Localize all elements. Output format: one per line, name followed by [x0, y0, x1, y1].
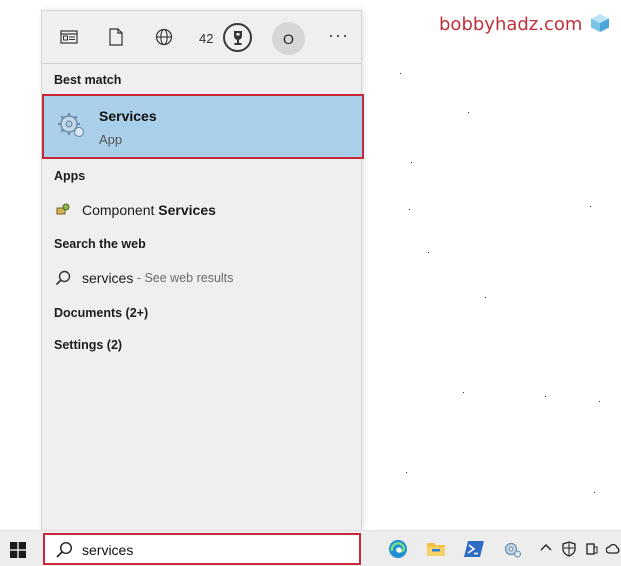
file-explorer-icon[interactable]: [426, 539, 446, 559]
web-icon[interactable]: [152, 25, 176, 49]
best-match-result[interactable]: Services App: [42, 94, 364, 159]
apps-icon[interactable]: [57, 25, 81, 49]
component-services-icon: [54, 201, 72, 219]
more-options-icon[interactable]: ···: [328, 25, 349, 46]
list-item-component-services[interactable]: Component Services: [54, 201, 216, 219]
search-filter-bar: 42 O ···: [42, 11, 361, 64]
watermark: bobbyhadz.com: [439, 14, 583, 35]
trophy-icon[interactable]: [223, 23, 252, 52]
apps-heading: Apps: [54, 169, 86, 183]
best-match-title: Services: [99, 108, 157, 124]
web-search-result[interactable]: services - See web results: [54, 269, 233, 287]
chevron-up-icon[interactable]: [540, 543, 552, 551]
shield-icon[interactable]: [562, 541, 576, 557]
search-results-panel: 42 O ··· Best match Services App Apps Co…: [41, 10, 364, 530]
component-services-label-bold: Services: [158, 202, 216, 218]
cloud-icon[interactable]: [606, 543, 620, 555]
avatar[interactable]: O: [272, 22, 305, 55]
services-icon[interactable]: [502, 539, 522, 559]
search-web-heading: Search the web: [54, 237, 146, 251]
rewards-count: 42: [199, 31, 214, 46]
device-icon[interactable]: [586, 541, 598, 557]
best-match-subtitle: App: [99, 132, 123, 147]
component-services-label-prefix: Component: [82, 202, 159, 218]
powershell-icon[interactable]: [464, 539, 484, 559]
windows-start-icon[interactable]: [10, 542, 26, 558]
search-input[interactable]: [82, 540, 342, 560]
settings-heading[interactable]: Settings (2): [54, 338, 122, 352]
web-query: services: [82, 270, 134, 286]
documents-icon[interactable]: [104, 25, 128, 49]
cube-logo-icon: [591, 14, 609, 32]
edge-icon[interactable]: [388, 539, 408, 559]
web-results-suffix: - See web results: [133, 271, 234, 285]
taskbar: [0, 530, 621, 566]
taskbar-search-box[interactable]: [43, 533, 361, 565]
search-icon: [56, 541, 73, 558]
documents-heading[interactable]: Documents (2+): [54, 306, 148, 320]
services-gear-icon: [58, 113, 85, 138]
search-icon: [54, 269, 72, 287]
best-match-heading: Best match: [54, 73, 122, 87]
